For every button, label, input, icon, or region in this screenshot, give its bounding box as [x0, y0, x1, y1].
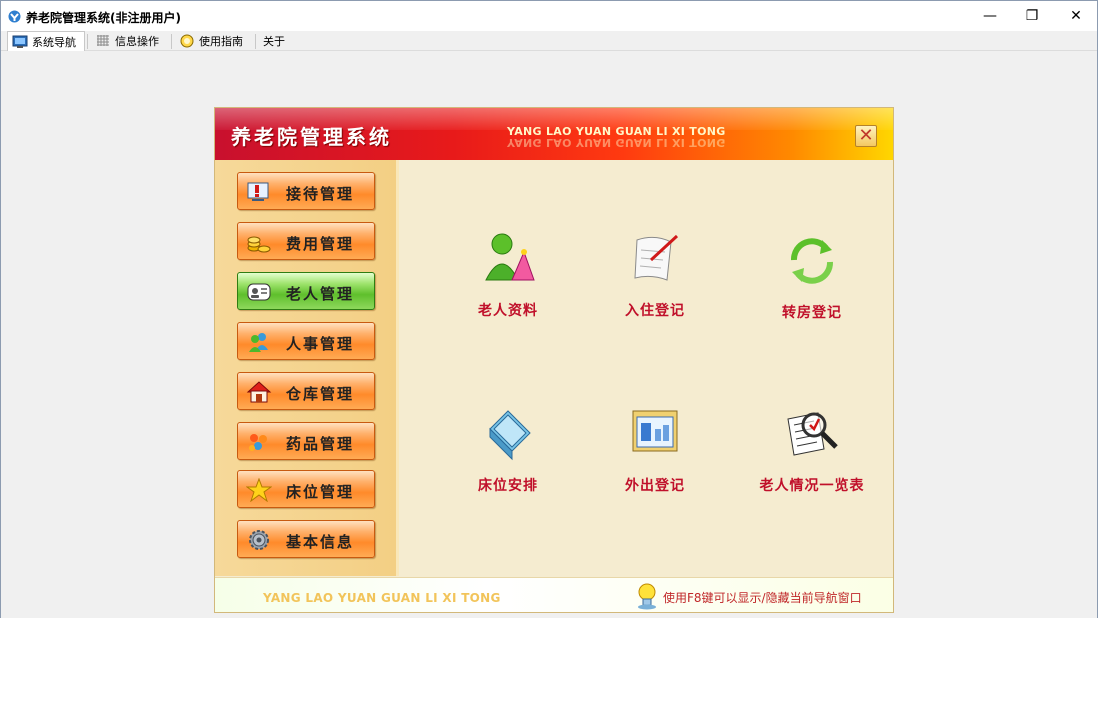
tab-system-navigation[interactable]: 系统导航 [7, 31, 85, 51]
tab-about[interactable]: 关于 [259, 31, 295, 51]
monitor-icon [12, 35, 28, 48]
bed-icon [489, 410, 531, 461]
lightbulb-icon [638, 583, 656, 610]
sidebar-item-beds[interactable]: 床位管理 [237, 470, 375, 508]
house-icon [246, 381, 272, 403]
nav-title: 养老院管理系统 [231, 125, 392, 149]
sidebar-item-reception[interactable]: 接待管理 [237, 172, 375, 210]
nav-subtitle-reflection: YANG LAO YUAN GUAN LI XI TONG [507, 136, 726, 149]
function-label: 转房登记 [782, 305, 842, 321]
gear-icon [249, 530, 269, 550]
sidebar-item-basic-info[interactable]: 基本信息 [237, 520, 375, 558]
people-icon [249, 333, 268, 352]
person-profile-icon [485, 233, 535, 281]
scroll-pen-icon [634, 234, 679, 281]
function-room-transfer[interactable]: 转房登记 [747, 232, 877, 332]
sidebar-item-warehouse[interactable]: 仓库管理 [237, 372, 375, 410]
help-icon [180, 34, 194, 48]
footer-tip: 使用F8键可以显示/隐藏当前导航窗口 [663, 591, 862, 605]
function-label: 外出登记 [625, 478, 685, 494]
sidebar-item-label: 床位管理 [286, 483, 355, 501]
magnifier-list-icon [787, 412, 838, 456]
sidebar-item-fees[interactable]: 费用管理 [237, 222, 375, 260]
sidebar-item-personnel[interactable]: 人事管理 [237, 322, 375, 360]
nav-header: 养老院管理系统 YANG LAO YUAN GUAN LI XI TONG YA… [215, 108, 893, 160]
footer-text: YANG LAO YUAN GUAN LI XI TONG [263, 591, 501, 605]
sidebar-item-label: 老人管理 [286, 285, 355, 303]
recycle-arrows-icon [791, 238, 833, 284]
sidebar-item-label: 费用管理 [286, 235, 355, 253]
nav-content: 老人资料 入住登记 转房登记 床位安排 外出登记 老人情况一览表 [402, 160, 893, 576]
tab-info-operation[interactable]: 信息操作 [91, 31, 169, 51]
tab-label: 信息操作 [115, 35, 159, 48]
navigation-window: 养老院管理系统 YANG LAO YUAN GUAN LI XI TONG YA… [214, 107, 894, 613]
title-bar: 养老院管理系统(非注册用户) — ❐ ✕ [1, 1, 1097, 31]
coins-icon [247, 236, 271, 253]
function-bed-arrangement[interactable]: 床位安排 [443, 405, 573, 505]
minimize-button[interactable]: — [967, 1, 1013, 31]
tab-label: 关于 [263, 35, 285, 48]
function-elder-overview[interactable]: 老人情况一览表 [737, 405, 887, 505]
function-elder-profile[interactable]: 老人资料 [443, 230, 573, 330]
restore-icon: ❐ [1025, 8, 1039, 24]
function-label: 床位安排 [478, 478, 538, 494]
grid-icon [97, 35, 109, 46]
close-window-button[interactable]: ✕ [1053, 1, 1098, 31]
sidebar-item-elder-management[interactable]: 老人管理 [237, 272, 375, 310]
medicine-icon [249, 434, 267, 451]
sidebar-item-medicine[interactable]: 药品管理 [237, 422, 375, 460]
function-label: 入住登记 [625, 303, 685, 319]
window-title: 养老院管理系统(非注册用户) [26, 11, 181, 25]
sidebar-item-label: 药品管理 [286, 435, 355, 453]
close-icon: ✕ [1070, 8, 1082, 24]
star-icon [246, 478, 272, 502]
tab-user-guide[interactable]: 使用指南 [175, 31, 253, 51]
reception-icon [247, 182, 269, 201]
minimize-icon: — [983, 8, 997, 24]
menu-tabs: 系统导航 信息操作 使用指南 关于 [1, 31, 1097, 51]
sidebar-item-label: 仓库管理 [286, 385, 355, 403]
sidebar-item-label: 人事管理 [286, 335, 355, 353]
tab-divider [171, 34, 172, 49]
tab-divider [87, 34, 88, 49]
close-icon: ✕ [858, 125, 874, 146]
function-checkin-registration[interactable]: 入住登记 [590, 230, 720, 330]
restore-button[interactable]: ❐ [1009, 1, 1055, 31]
function-outing-registration[interactable]: 外出登记 [590, 405, 720, 505]
tab-divider [255, 34, 256, 49]
function-label: 老人情况一览表 [759, 478, 865, 494]
nav-sidebar: 接待管理 费用管理 老人管理 人事管理 仓库管理 药品管理 床位管理 基本信息 [215, 160, 399, 576]
elder-card-icon [247, 283, 271, 301]
nav-close-button[interactable]: ✕ [855, 125, 877, 147]
nav-footer: YANG LAO YUAN GUAN LI XI TONG 使用F8键可以显示/… [215, 577, 893, 612]
window-chart-icon [632, 410, 678, 452]
tab-label: 系统导航 [32, 35, 76, 49]
tab-label: 使用指南 [199, 35, 243, 48]
function-label: 老人资料 [478, 303, 538, 319]
app-logo-icon [8, 10, 21, 23]
sidebar-item-label: 接待管理 [286, 185, 355, 203]
sidebar-item-label: 基本信息 [286, 533, 355, 551]
